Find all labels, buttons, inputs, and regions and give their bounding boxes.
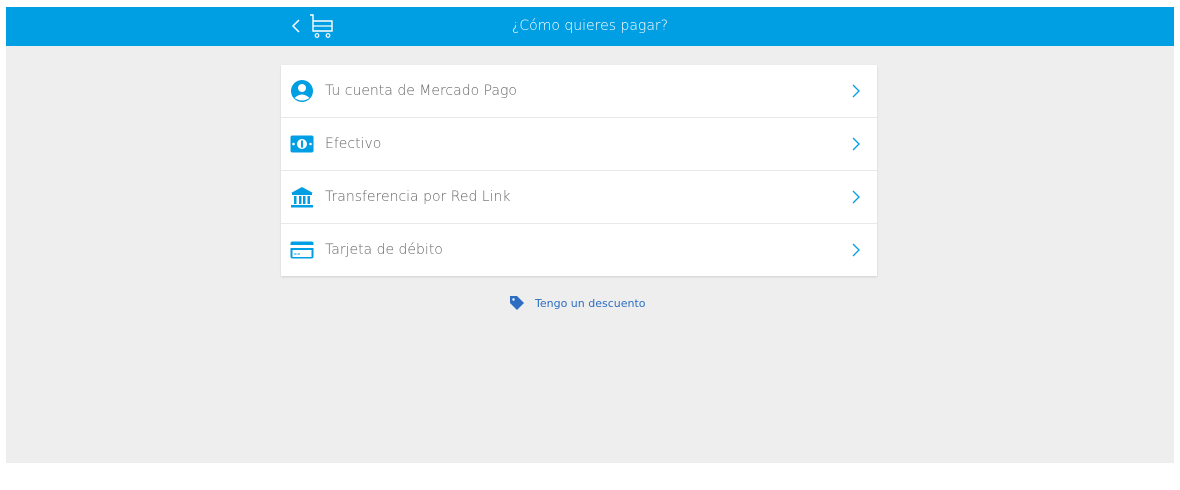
account-icon xyxy=(291,80,313,102)
chevron-right-icon xyxy=(852,137,860,151)
account-icon-wrap xyxy=(289,78,315,104)
payment-option-red-link[interactable]: Transferencia por Red Link xyxy=(281,171,877,224)
bank-icon-wrap xyxy=(289,184,315,210)
payment-option-cash[interactable]: Efectivo xyxy=(281,118,877,171)
chevron-right-icon xyxy=(852,84,860,98)
payment-option-debit-card[interactable]: Tarjeta de débito xyxy=(281,224,877,276)
chevron-left-icon xyxy=(291,19,300,33)
app-frame: ¿Cómo quieres pagar? Tu cuenta de Mercad… xyxy=(6,7,1174,463)
top-bar: ¿Cómo quieres pagar? xyxy=(6,7,1174,46)
option-label: Tu cuenta de Mercado Pago xyxy=(325,83,517,99)
back-button[interactable] xyxy=(288,15,304,37)
discount-link[interactable]: Tengo un descuento xyxy=(509,294,646,312)
cash-icon-wrap xyxy=(289,131,315,157)
option-label: Efectivo xyxy=(325,136,382,152)
card-icon-wrap xyxy=(289,237,315,263)
option-label: Transferencia por Red Link xyxy=(325,189,511,205)
cart-button[interactable] xyxy=(309,13,335,39)
cash-icon xyxy=(290,135,314,153)
chevron-right-icon xyxy=(852,243,860,257)
tag-icon xyxy=(510,296,524,310)
payment-options-list: Tu cuenta de Mercado Pago Efectivo Trans… xyxy=(281,65,877,276)
payment-option-mercado-pago[interactable]: Tu cuenta de Mercado Pago xyxy=(281,65,877,118)
discount-label: Tengo un descuento xyxy=(535,296,646,310)
chevron-right-icon xyxy=(852,190,860,204)
bank-icon xyxy=(291,187,313,208)
cart-icon xyxy=(310,14,333,38)
card-icon xyxy=(290,241,314,259)
page-title: ¿Cómo quieres pagar? xyxy=(511,18,669,34)
option-label: Tarjeta de débito xyxy=(325,242,443,258)
